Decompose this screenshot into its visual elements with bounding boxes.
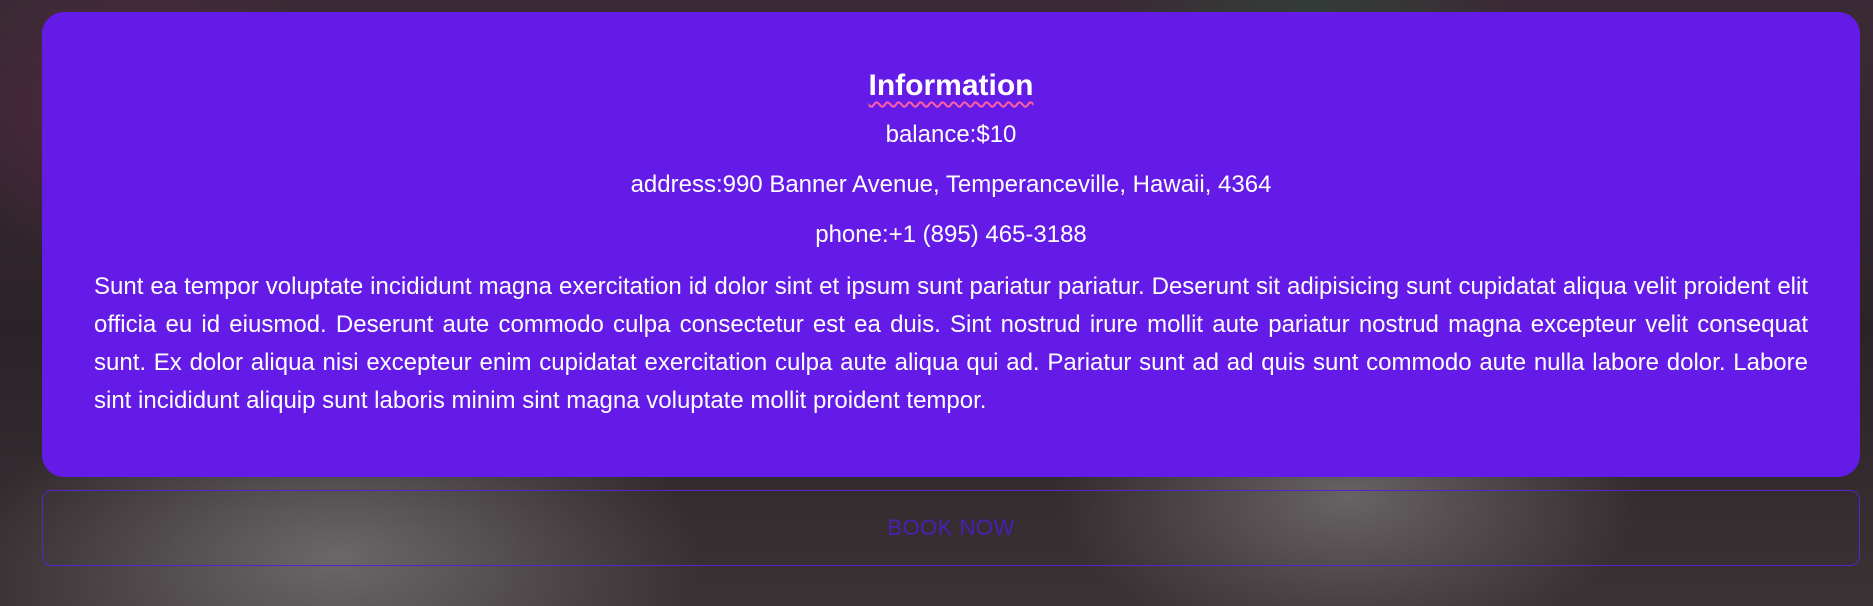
- information-title: Information: [868, 69, 1034, 102]
- phone-text: phone:+1 (895) 465-3188: [815, 221, 1087, 248]
- address-text: address:990 Banner Avenue, Temperancevil…: [630, 171, 1272, 198]
- balance-text: balance:$10: [885, 121, 1017, 148]
- description-text: Sunt ea tempor voluptate incididunt magn…: [94, 273, 1808, 414]
- book-now-button[interactable]: BOOK NOW: [42, 490, 1860, 566]
- information-card: Information balance:$10 address:990 Bann…: [42, 12, 1860, 477]
